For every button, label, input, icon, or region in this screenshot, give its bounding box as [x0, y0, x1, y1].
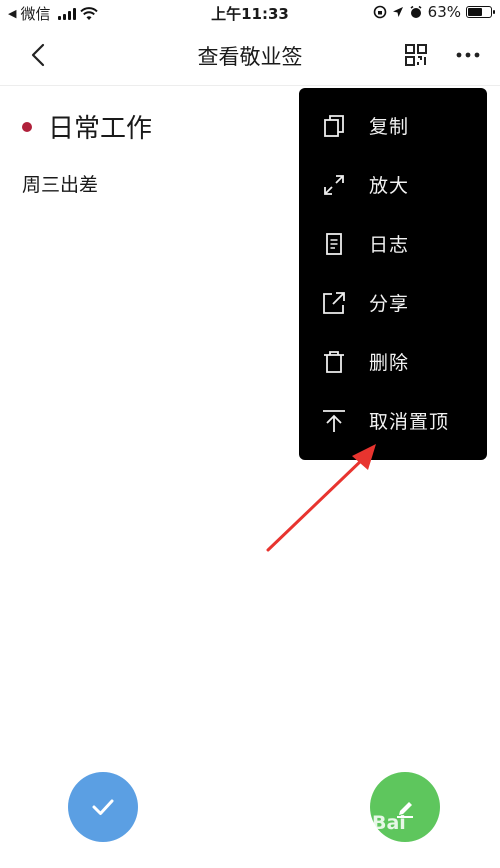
confirm-button[interactable]	[68, 772, 138, 842]
annotation-arrow-icon	[266, 444, 376, 552]
menu-item-label: 删除	[369, 352, 410, 374]
note-heading-text: 日常工作	[48, 114, 153, 144]
menu-item-expand[interactable]: 放大	[299, 155, 487, 214]
note-heading: 日常工作	[22, 108, 152, 145]
more-menu-popup: 复制 放大 日志 分享 删除 取消置顶	[299, 88, 487, 460]
menu-item-label: 取消置顶	[369, 411, 450, 433]
baidu-watermark: Bai	[372, 812, 406, 834]
battery-icon	[466, 6, 495, 18]
nav-bar: 查看敬业签	[0, 24, 500, 86]
delete-icon	[324, 350, 344, 373]
menu-item-label: 日志	[369, 234, 410, 256]
menu-item-log[interactable]: 日志	[299, 214, 487, 273]
status-right: 63%	[373, 3, 495, 21]
check-icon	[92, 799, 114, 815]
menu-item-label: 复制	[369, 116, 410, 138]
menu-item-share[interactable]: 分享	[299, 273, 487, 332]
battery-percent: 63%	[427, 3, 461, 21]
lock-rotation-icon	[373, 5, 386, 19]
menu-item-label: 分享	[369, 293, 410, 315]
copy-icon	[324, 114, 344, 137]
note-body[interactable]: 周三出差	[22, 170, 98, 197]
qr-code-icon[interactable]	[404, 43, 428, 67]
alarm-icon	[410, 5, 422, 18]
battery-fill	[468, 8, 482, 16]
status-bar: ◀ 微信 上午11:33 63%	[0, 0, 500, 24]
unpin-top-icon	[323, 409, 345, 432]
location-icon	[392, 7, 403, 17]
baidu-watermark-url: jingyan.baidu.com	[418, 842, 500, 855]
menu-item-copy[interactable]: 复制	[299, 96, 487, 155]
menu-item-label: 放大	[369, 175, 410, 197]
log-icon	[326, 232, 342, 255]
share-icon	[323, 291, 345, 314]
expand-icon	[324, 174, 344, 195]
menu-item-delete[interactable]: 删除	[299, 332, 487, 391]
category-dot	[22, 121, 32, 132]
more-icon[interactable]	[455, 43, 481, 67]
